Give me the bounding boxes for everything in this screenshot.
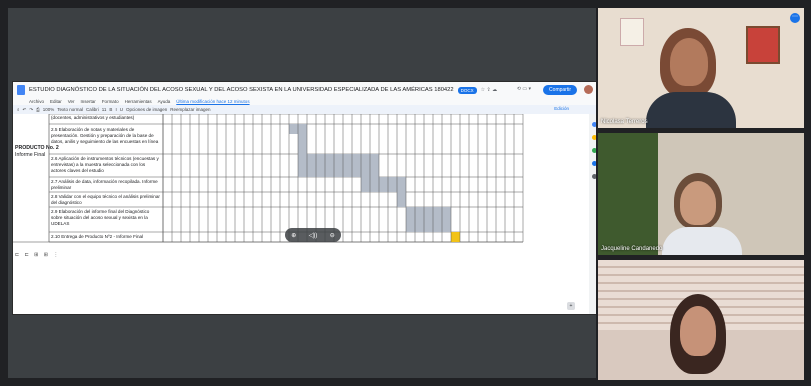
redo-icon[interactable]: ↷ <box>29 107 33 113</box>
star-icon[interactable]: ☆ ⇪ ☁ <box>481 87 497 93</box>
underline-icon[interactable]: U <box>120 107 123 112</box>
participant-face <box>680 181 716 225</box>
gantt-bar <box>298 134 307 154</box>
product-sublabel: Informe Final <box>15 152 46 158</box>
participant-body <box>662 227 742 255</box>
italic-icon[interactable]: I <box>115 107 116 112</box>
image-tools[interactable]: ⊏ ⊏ ⊞ ⊞ ⋮ <box>15 252 60 258</box>
plant <box>598 133 658 255</box>
calendar-icon[interactable] <box>591 122 596 127</box>
participant-tile[interactable] <box>598 260 804 380</box>
media-controls: ⊕ ◁)) ⊖ <box>285 228 341 242</box>
print-icon[interactable]: ⎙ <box>36 107 40 112</box>
menu-editar[interactable]: Editar <box>50 99 62 104</box>
menu-bar: Archivo Editar Ver Insertar Formato Herr… <box>13 98 596 105</box>
explore-icon[interactable]: + <box>567 302 575 310</box>
participant-face <box>680 306 716 356</box>
menu-formato[interactable]: Formato <box>102 99 119 104</box>
font-size[interactable]: 11 <box>102 107 107 112</box>
zoom-in-icon[interactable]: ⊕ <box>291 232 296 239</box>
audio-icon[interactable]: ◁)) <box>309 232 318 239</box>
tasks-icon[interactable] <box>591 148 596 153</box>
participant-tile[interactable]: Nicolasa Terreros ⋯ <box>598 8 804 128</box>
document-title[interactable]: ESTUDIO DIAGNÓSTICO DE LA SITUACIÓN DEL … <box>29 87 454 93</box>
edit-mode-button[interactable]: Edición <box>554 106 569 111</box>
side-panel <box>589 114 596 314</box>
menu-archivo[interactable]: Archivo <box>29 99 44 104</box>
history-icon[interactable]: ⟲ ▭ ▾ <box>517 86 531 92</box>
search-icon[interactable]: ⌕ <box>17 107 20 112</box>
shared-screen: ESTUDIO DIAGNÓSTICO DE LA SITUACIÓN DEL … <box>8 8 596 378</box>
zoom-select[interactable]: 100% <box>43 107 55 112</box>
wall-picture <box>746 26 780 64</box>
participant-name: Jacqueline Candanedo <box>601 246 663 252</box>
font-select[interactable]: Calibri <box>86 107 99 112</box>
participant-body <box>646 92 736 128</box>
task-row-label: (docentes, administrativos y estudiantes… <box>51 115 135 120</box>
docx-badge: DOCX <box>457 86 477 94</box>
contacts-icon[interactable] <box>591 161 596 166</box>
gantt-bar <box>451 232 460 242</box>
more-options-icon[interactable]: ⋯ <box>790 13 800 23</box>
participant-face <box>670 38 708 86</box>
task-row-label: 2.6 Aplicación de instrumentos técnicos … <box>51 156 159 173</box>
share-button[interactable]: Compartir <box>543 85 577 95</box>
gantt-bar <box>298 154 379 177</box>
document-page: PRODUCTO No. 2 Informe Final (docentes, … <box>13 114 589 314</box>
maps-icon[interactable] <box>591 174 596 179</box>
gantt-bar <box>406 207 451 232</box>
docs-icon[interactable] <box>17 85 25 95</box>
wall-picture <box>620 18 644 46</box>
task-row-label: 2.7 Análisis de data, información recopi… <box>51 179 158 190</box>
menu-ver[interactable]: Ver <box>68 99 75 104</box>
task-row-label: 2.10 Entrega de Producto Nº2 - Informe F… <box>51 234 144 239</box>
toolbar: ⌕ ↶ ↷ ⎙ 100% Texto normal Calibri 11 B I… <box>13 105 596 114</box>
docs-window: ESTUDIO DIAGNÓSTICO DE LA SITUACIÓN DEL … <box>12 81 596 315</box>
menu-insertar[interactable]: Insertar <box>81 99 96 104</box>
avatar[interactable] <box>584 85 593 94</box>
task-row-label: 2.8 Validar con el equipo técnico el aná… <box>51 194 160 205</box>
menu-ayuda[interactable]: Ayuda <box>158 99 171 104</box>
task-row-label: 2.9 Elaboración del informe final del Di… <box>51 209 150 226</box>
keep-icon[interactable] <box>591 135 596 140</box>
gantt-bar <box>397 192 406 207</box>
bold-icon[interactable]: B <box>109 107 112 112</box>
task-row-label: 2.5 Elaboración de notas y materiales de… <box>51 127 159 144</box>
participant-tile[interactable]: Jacqueline Candanedo <box>598 133 804 255</box>
replace-image[interactable]: Reemplazar imagen <box>170 107 210 112</box>
last-edit-link[interactable]: Última modificación hace 12 minutos <box>176 99 249 104</box>
product-label: PRODUCTO No. 2 <box>15 145 59 151</box>
menu-herramientas[interactable]: Herramientas <box>125 99 152 104</box>
participant-name: Nicolasa Terreros <box>601 119 648 125</box>
zoom-out-icon[interactable]: ⊖ <box>330 232 335 239</box>
style-select[interactable]: Texto normal <box>57 107 83 112</box>
undo-icon[interactable]: ↶ <box>23 107 27 113</box>
gantt-bar <box>361 177 406 192</box>
title-bar: ESTUDIO DIAGNÓSTICO DE LA SITUACIÓN DEL … <box>13 82 596 98</box>
image-options[interactable]: Opciones de imagen <box>126 107 167 112</box>
